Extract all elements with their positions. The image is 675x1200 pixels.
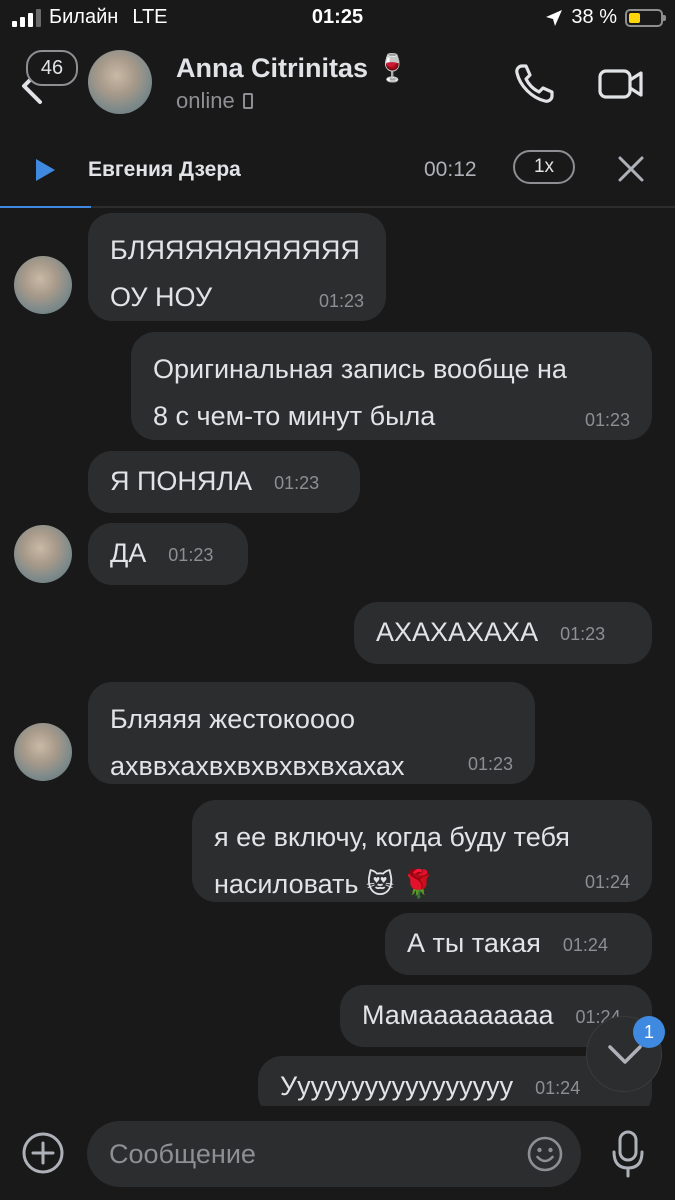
message-bubble-outgoing[interactable]: АХАХАХАХА 01:23 — [354, 602, 652, 664]
contact-name[interactable]: Anna Citrinitas 🍷 — [176, 52, 409, 84]
message-time: 01:24 — [584, 872, 630, 892]
message-time: 01:23 — [274, 472, 320, 493]
contact-status: online — [176, 88, 235, 113]
message-text: АХАХАХАХА — [376, 617, 539, 647]
microphone-icon — [612, 1130, 644, 1178]
new-messages-badge: 1 — [633, 1016, 665, 1048]
close-player-button[interactable] — [616, 154, 646, 184]
video-camera-icon — [598, 69, 643, 99]
play-icon — [36, 159, 55, 181]
message-list[interactable]: БЛЯЯЯЯЯЯЯЯЯЯЯ ОУ НОУ 01:23 Оригинальная … — [0, 208, 675, 1106]
message-bubble-incoming[interactable]: Я ПОНЯЛА 01:23 — [88, 451, 360, 513]
sender-avatar[interactable] — [14, 525, 72, 583]
message-text: ДА — [110, 538, 147, 568]
attach-button[interactable] — [22, 1132, 64, 1174]
message-time: 01:23 — [560, 623, 606, 644]
battery-level — [629, 12, 641, 23]
message-bubble-outgoing[interactable]: я ее включу, когда буду тебя насиловать … — [192, 800, 652, 902]
message-time: 01:24 — [562, 934, 608, 955]
message-text: я ее включу, когда буду тебя насиловать … — [214, 822, 570, 899]
video-call-button[interactable] — [598, 66, 644, 102]
plus-circle-icon — [22, 1132, 64, 1174]
close-icon — [618, 156, 644, 182]
location-arrow-icon — [546, 9, 563, 26]
message-text: Мамааааааааа — [362, 1000, 554, 1030]
audio-elapsed-time: 00:12 — [424, 158, 477, 181]
message-text: Оригинальная запись вообще на 8 с чем-то… — [153, 354, 567, 431]
audio-player: Евгения Дзера 00:12 1x — [0, 130, 675, 208]
sender-avatar[interactable] — [14, 256, 72, 314]
message-bubble-outgoing[interactable]: А ты такая 01:24 — [385, 913, 652, 975]
battery-percent: 38 % — [571, 6, 617, 28]
message-bubble-incoming[interactable]: Бляяяя жестокоооо ахввхахвхвхвхвхвхахах … — [88, 682, 535, 784]
play-button[interactable] — [34, 158, 56, 182]
playback-speed-button[interactable]: 1x — [513, 150, 575, 184]
status-bar: Билайн LTE 01:25 38 % — [0, 0, 675, 38]
message-text: Ууууууууууууууууу — [280, 1071, 514, 1101]
message-time: 01:23 — [584, 410, 630, 430]
message-time: 01:23 — [318, 291, 364, 311]
unread-chats-badge: 46 — [26, 50, 78, 86]
message-text: А ты такая — [407, 928, 541, 958]
message-bubble-incoming[interactable]: ДА 01:23 — [88, 523, 248, 585]
message-time: 01:24 — [535, 1077, 581, 1098]
message-bubble-incoming[interactable]: БЛЯЯЯЯЯЯЯЯЯЯЯ ОУ НОУ 01:23 — [88, 213, 386, 321]
chevron-down-icon — [608, 1045, 642, 1064]
message-bubble-outgoing[interactable]: Оригинальная запись вообще на 8 с чем-то… — [131, 332, 652, 440]
message-composer — [0, 1106, 675, 1200]
voice-record-button[interactable] — [610, 1130, 646, 1178]
chat-header: 46 Anna Citrinitas 🍷 online — [0, 38, 675, 130]
smiley-icon — [527, 1136, 563, 1172]
message-time: 01:23 — [467, 754, 513, 774]
battery-icon — [625, 8, 666, 27]
call-button[interactable] — [512, 62, 556, 106]
sender-avatar[interactable] — [14, 723, 72, 781]
audio-title: Евгения Дзера — [88, 158, 241, 181]
contact-avatar[interactable] — [88, 50, 152, 114]
message-text: Бляяяя жестокоооо ахввхахвхвхвхвхвхахах — [110, 704, 405, 781]
message-time: 01:23 — [168, 544, 214, 565]
mobile-device-icon — [242, 93, 253, 109]
message-input[interactable] — [87, 1121, 581, 1187]
emoji-button[interactable] — [527, 1136, 563, 1172]
message-text: Я ПОНЯЛА — [110, 466, 253, 496]
phone-icon — [515, 64, 554, 103]
